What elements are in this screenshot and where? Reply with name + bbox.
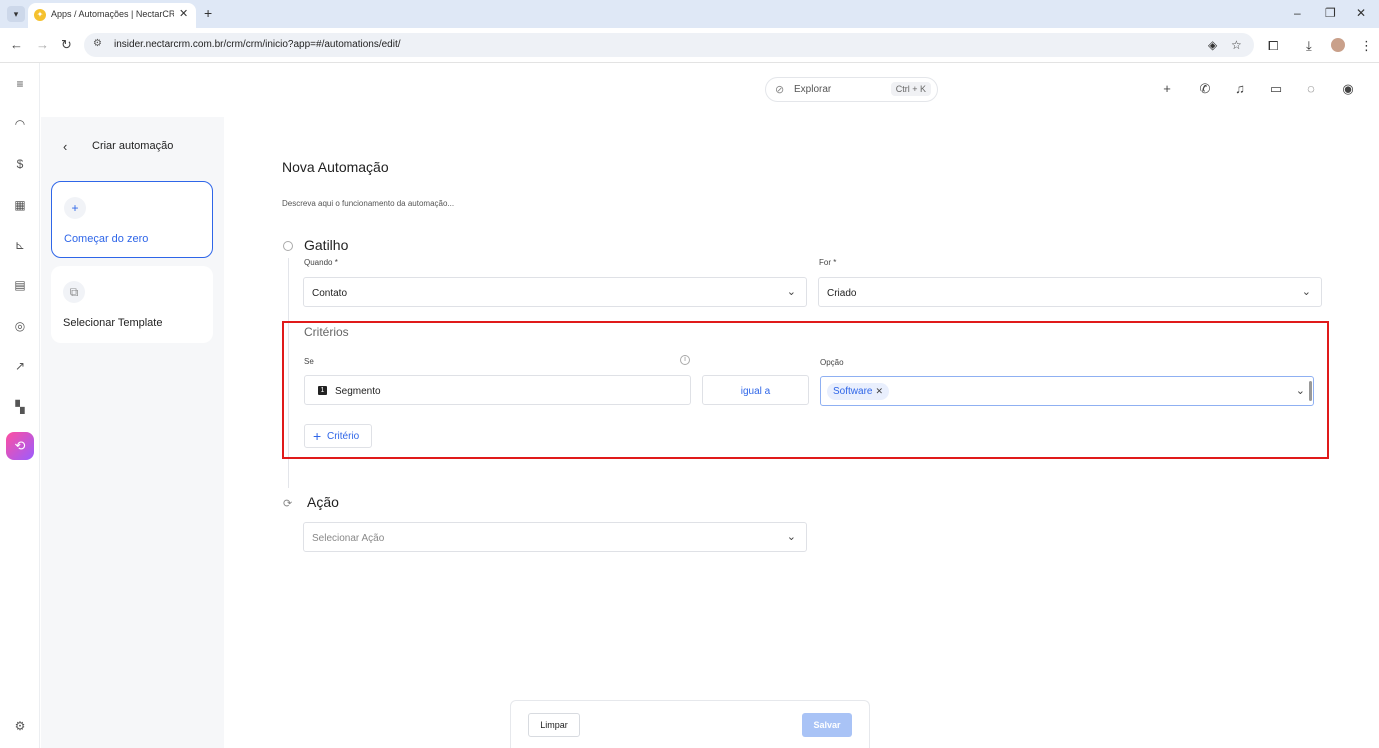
action-title: Ação (307, 494, 339, 510)
trend-icon[interactable]: ↗ (11, 357, 29, 375)
automation-title[interactable]: Nova Automação (282, 159, 389, 175)
criteria-field-select[interactable]: 1 Segmento (304, 375, 691, 405)
option-label: Opção (820, 358, 844, 367)
action-step-icon: ⟳ (283, 498, 293, 510)
chevron-down-icon: ⌄ (786, 531, 796, 543)
explore-placeholder: Explorar (794, 84, 832, 95)
chevron-down-icon: ⌄ (1301, 286, 1311, 298)
add-criteria-button[interactable]: + Critério (304, 424, 372, 448)
form-footer: Limpar Salvar (510, 700, 870, 748)
add-criteria-label: Critério (327, 431, 360, 442)
close-window-button[interactable]: ✕ (1356, 6, 1366, 20)
add-icon[interactable]: + (1159, 81, 1175, 96)
site-info-icon[interactable]: ⚙ (93, 38, 102, 49)
plus-icon: + (313, 428, 322, 444)
operator-label: igual a (740, 386, 771, 397)
dashboard-gauge-icon[interactable]: ◠ (11, 115, 29, 133)
restore-button[interactable]: ❐ (1325, 6, 1336, 20)
chart-icon[interactable]: ⊾ (11, 236, 29, 254)
criteria-field-value: Segmento (335, 386, 381, 397)
chevron-down-icon: ⌄ (1295, 385, 1305, 397)
profile-avatar[interactable] (1331, 38, 1345, 52)
building-icon[interactable]: ▦ (11, 196, 29, 214)
template-icon: ⧉ (63, 281, 85, 303)
app-nav-rail: ≡ ◠ $ ▦ ⊾ ▤ ◎ ↗ ▚ ⟲ ⚙ (0, 63, 40, 748)
option-chip-label: Software (833, 386, 873, 397)
check-circle-icon[interactable]: ◎ (11, 317, 29, 335)
visibility-icon[interactable]: ◈ (1208, 38, 1217, 52)
browser-tab-bar: ▾ ✦ Apps / Automações | NectarCRM ✕ + – … (0, 0, 1379, 28)
field-number-badge: 1 (318, 386, 327, 395)
card-label: Selecionar Template (63, 317, 163, 329)
browser-tab[interactable]: ✦ Apps / Automações | NectarCRM ✕ (28, 3, 196, 28)
for-select[interactable]: Criado ⌄ (818, 277, 1322, 307)
back-chevron-icon[interactable]: ‹ (63, 139, 67, 154)
explore-search[interactable]: ⊘ Explorar Ctrl + K (765, 77, 938, 102)
shortcut-badge: Ctrl + K (890, 82, 931, 96)
automation-description[interactable]: Descreva aqui o funcionamento da automaç… (282, 199, 454, 208)
panel-title: Criar automação (92, 140, 174, 152)
clear-button[interactable]: Limpar (528, 713, 580, 737)
remove-chip-icon[interactable]: ✕ (875, 386, 883, 396)
address-bar[interactable]: ⚙ insider.nectarcrm.com.br/crm/crm/inici… (84, 33, 1254, 57)
when-select[interactable]: Contato ⌄ (303, 277, 807, 307)
new-tab-button[interactable]: + (204, 5, 212, 21)
reload-icon[interactable]: ↻ (61, 37, 72, 53)
settings-gear-icon[interactable]: ⚙ (11, 717, 29, 735)
operator-button[interactable]: igual a (702, 375, 809, 405)
calendar-icon[interactable]: ▤ (11, 276, 29, 294)
dollar-icon[interactable]: $ (11, 155, 29, 173)
option-multiselect[interactable]: Software ✕ ⌄ (820, 376, 1314, 406)
when-value: Contato (312, 288, 348, 299)
tab-search-button[interactable]: ▾ (7, 6, 25, 22)
if-label: Se (304, 357, 314, 366)
for-value: Criado (827, 288, 857, 299)
browser-menu-icon[interactable]: ⋮ (1360, 38, 1373, 54)
automation-app-icon[interactable]: ⟲ (6, 432, 34, 460)
tab-title: Apps / Automações | NectarCRM (51, 9, 174, 19)
trigger-step-icon (283, 241, 293, 251)
menu-icon[interactable]: ≡ (11, 75, 29, 93)
save-button[interactable]: Salvar (802, 713, 852, 737)
scrollbar-thumb[interactable] (1309, 381, 1312, 401)
bookmark-star-icon[interactable]: ☆ (1231, 38, 1242, 52)
browser-toolbar: ← → ↻ ⚙ insider.nectarcrm.com.br/crm/crm… (0, 28, 1379, 63)
plus-icon: + (64, 197, 86, 219)
start-from-scratch-card[interactable]: + Começar do zero (51, 181, 213, 258)
criteria-title: Critérios (304, 325, 349, 339)
action-placeholder: Selecionar Ação (312, 533, 385, 544)
apps-grid-icon[interactable]: ▚ (11, 398, 29, 416)
when-label: Quando * (304, 258, 338, 267)
nectar-favicon-icon: ✦ (34, 9, 46, 21)
forward-arrow-icon[interactable]: → (36, 37, 49, 52)
user-profile-icon[interactable]: ◉ (1340, 81, 1356, 97)
select-template-card[interactable]: ⧉ Selecionar Template (51, 266, 213, 343)
compass-icon: ⊘ (775, 84, 785, 96)
minimize-button[interactable]: – (1294, 6, 1301, 20)
bell-icon[interactable]: ♫ (1232, 81, 1248, 96)
url-text: insider.nectarcrm.com.br/crm/crm/inicio?… (114, 39, 401, 50)
for-label: For * (819, 258, 837, 267)
tab-close-icon[interactable]: ✕ (179, 7, 188, 20)
download-icon[interactable]: ⤓ (1306, 38, 1312, 54)
option-chip: Software ✕ (827, 383, 890, 400)
task-check-icon[interactable]: ◌ (1303, 81, 1319, 96)
card-label: Começar do zero (64, 233, 149, 245)
chevron-down-icon: ⌄ (786, 286, 796, 298)
extensions-icon[interactable]: ⧠ (1268, 38, 1278, 54)
action-select[interactable]: Selecionar Ação ⌄ (303, 522, 807, 552)
info-icon[interactable]: i (680, 355, 690, 365)
back-arrow-icon[interactable]: ← (10, 37, 23, 52)
trigger-title: Gatilho (304, 237, 349, 253)
inbox-icon[interactable]: ▭ (1268, 81, 1284, 97)
phone-icon[interactable]: ✆ (1197, 81, 1213, 97)
